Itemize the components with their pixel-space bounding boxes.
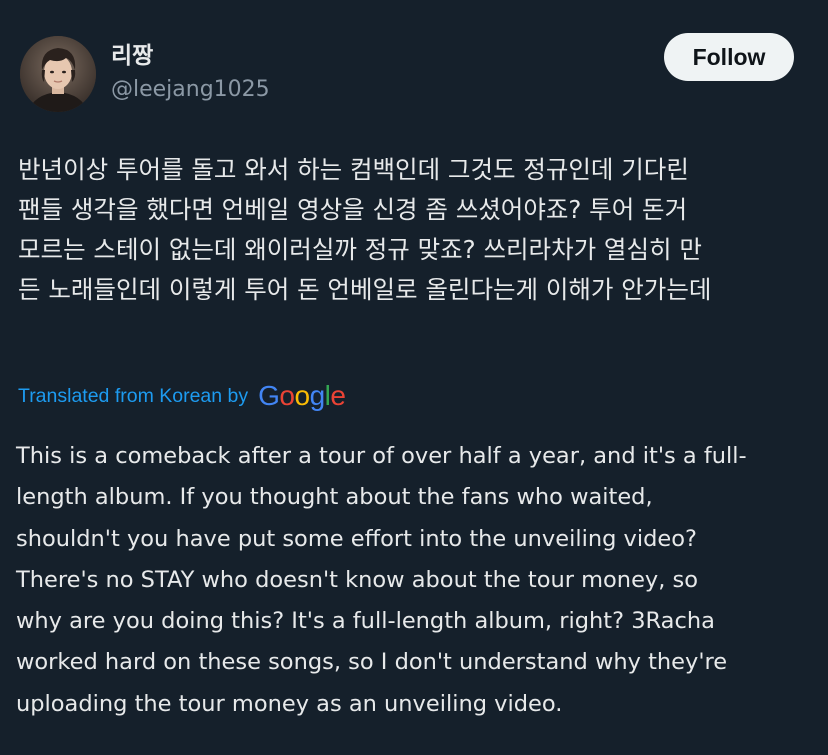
translated-text-line: uploading the tour money as an unveiling… [16,690,563,717]
tweet-card: 리짱 @leejang1025 Follow 반년이상 투어를 돌고 와서 하는… [0,0,828,755]
display-name[interactable]: 리짱 [111,42,153,70]
google-logo-icon: Google [258,380,346,411]
original-text-line: 팬들 생각을 했다면 언베일 영상을 신경 좀 쓰셨어야죠? 투어 돈거 [18,195,688,224]
profile-photo-icon [20,36,96,112]
follow-button[interactable]: Follow [664,33,794,81]
avatar[interactable] [20,36,96,112]
translated-text-line: length album. If you thought about the f… [16,484,653,511]
translated-text-line: There's no STAY who doesn't know about t… [16,566,699,593]
tweet-original-text: 반년이상 투어를 돌고 와서 하는 컴백인데 그것도 정규인데 기다린 팬들 생… [18,150,818,310]
original-text-line: 모르는 스테이 없는데 왜이러실까 정규 맞죠? 쓰리라차가 열심히 만 [18,235,702,264]
translated-text-line: worked hard on these songs, so I don't u… [16,649,728,676]
original-text-line: 반년이상 투어를 돌고 와서 하는 컴백인데 그것도 정규인데 기다린 [18,155,689,184]
tweet-translated-text: This is a comeback after a tour of over … [16,436,816,725]
translated-from-label[interactable]: Translated from Korean by [18,385,248,408]
translated-text-line: This is a comeback after a tour of over … [16,443,747,469]
translated-text-line: why are you doing this? It's a full-leng… [16,608,715,635]
user-handle[interactable]: @leejang1025 [111,76,270,104]
translation-attribution: Translated from Korean by Google [18,378,346,414]
translated-text-line: shouldn't you have put some effort into … [16,525,697,552]
original-text-line: 든 노래들인데 이렇게 투어 돈 언베일로 올린다는게 이해가 안가는데 [18,275,712,304]
